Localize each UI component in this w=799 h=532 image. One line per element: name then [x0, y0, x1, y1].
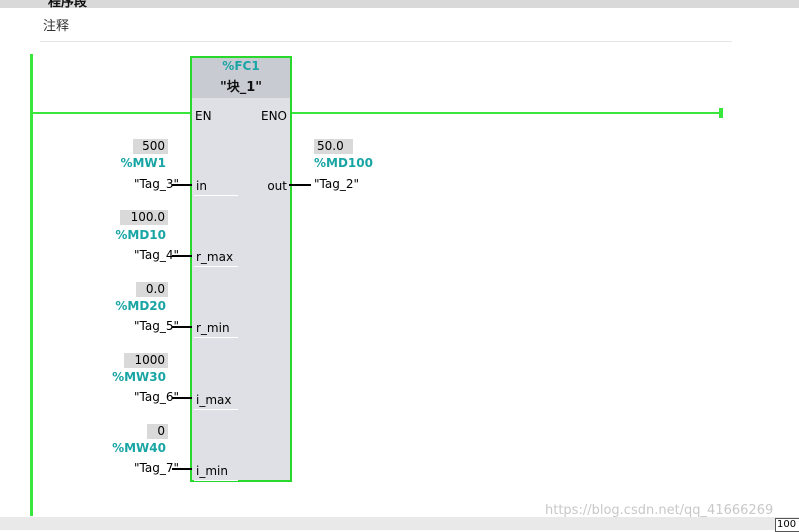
pin-out[interactable]: out [267, 179, 287, 193]
network-title-bar: 程序段 [0, 0, 799, 10]
pin-i-max-underline [194, 409, 238, 410]
input-operand-r-max[interactable]: %MD10 [96, 228, 166, 242]
comment-field[interactable]: 注释 [40, 13, 732, 42]
input-tag-r-min[interactable]: "Tag_5" [90, 319, 179, 333]
pin-i-min-underline [194, 480, 238, 481]
output-wire-out [289, 184, 311, 186]
input-value-r-min[interactable]: 0.0 [136, 282, 168, 297]
output-operand-out[interactable]: %MD100 [314, 156, 384, 170]
function-block[interactable]: %FC1 "块_1" EN ENO out in r_max r_min i_m… [190, 56, 292, 482]
pin-r-max[interactable]: r_max [196, 250, 233, 264]
output-tag-out[interactable]: "Tag_2" [314, 177, 384, 191]
input-operand-r-min[interactable]: %MD20 [96, 299, 166, 313]
input-wire-r-min [172, 326, 192, 328]
power-rail [30, 54, 33, 516]
input-value-i-min[interactable]: 0 [147, 424, 168, 439]
output-value-out[interactable]: 50.0 [314, 139, 353, 154]
pin-r-max-underline [194, 266, 238, 267]
input-tag-i-max[interactable]: "Tag_6" [90, 390, 179, 404]
block-header: %FC1 "块_1" [192, 58, 290, 98]
pin-in[interactable]: in [196, 179, 207, 193]
bottom-scrollbar[interactable] [0, 517, 799, 530]
input-wire-in [172, 184, 192, 186]
input-tag-in[interactable]: "Tag_3" [90, 177, 179, 191]
pin-i-min[interactable]: i_min [196, 464, 228, 478]
pin-eno[interactable]: ENO [261, 109, 287, 123]
watermark: https://blog.csdn.net/qq_41666269 [545, 503, 774, 518]
rung-end-marker [719, 108, 723, 118]
input-wire-r-max [172, 255, 192, 257]
input-value-i-max[interactable]: 1000 [124, 353, 168, 368]
pin-en[interactable]: EN [195, 109, 212, 123]
pin-r-min[interactable]: r_min [196, 321, 230, 335]
input-value-r-max[interactable]: 100.0 [120, 210, 168, 225]
rung-wire-right [291, 112, 721, 114]
network-title: 程序段 [48, 0, 88, 10]
input-tag-i-min[interactable]: "Tag_7" [90, 461, 179, 475]
comment-label: 注释 [43, 19, 70, 34]
pin-in-underline [194, 195, 238, 196]
pin-i-max[interactable]: i_max [196, 393, 231, 407]
input-wire-i-max [172, 397, 192, 399]
input-tag-r-max[interactable]: "Tag_4" [90, 248, 179, 262]
input-operand-i-min[interactable]: %MW40 [96, 441, 166, 455]
pin-r-min-underline [194, 337, 238, 338]
block-address: %FC1 [222, 59, 260, 73]
block-name: "块_1" [219, 80, 263, 95]
input-operand-i-max[interactable]: %MW30 [96, 370, 166, 384]
rung-wire-left [32, 112, 190, 114]
input-value-in[interactable]: 500 [133, 139, 168, 154]
input-wire-i-min [172, 468, 192, 470]
input-operand-in[interactable]: %MW1 [96, 156, 166, 170]
